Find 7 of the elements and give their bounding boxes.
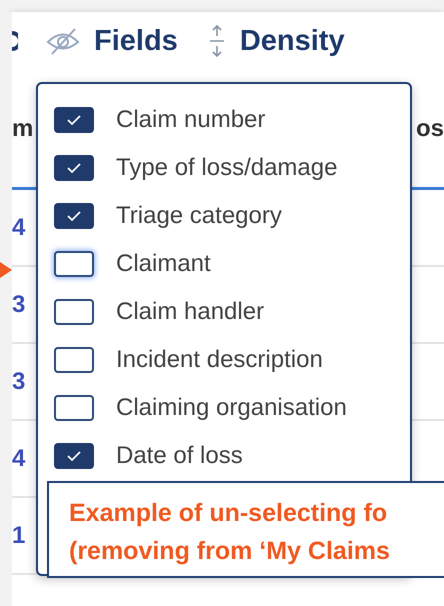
table-cell: 3 bbox=[12, 290, 26, 318]
table-cell: 3 bbox=[12, 368, 26, 396]
table-cell: 4 bbox=[12, 214, 26, 242]
annotation-text: Example of un-selecting fo bbox=[69, 498, 388, 529]
table-cell: 1 bbox=[12, 522, 26, 550]
table-cell: 4 bbox=[12, 444, 26, 472]
annotation-text: (removing from ‘My Claims bbox=[69, 536, 391, 567]
